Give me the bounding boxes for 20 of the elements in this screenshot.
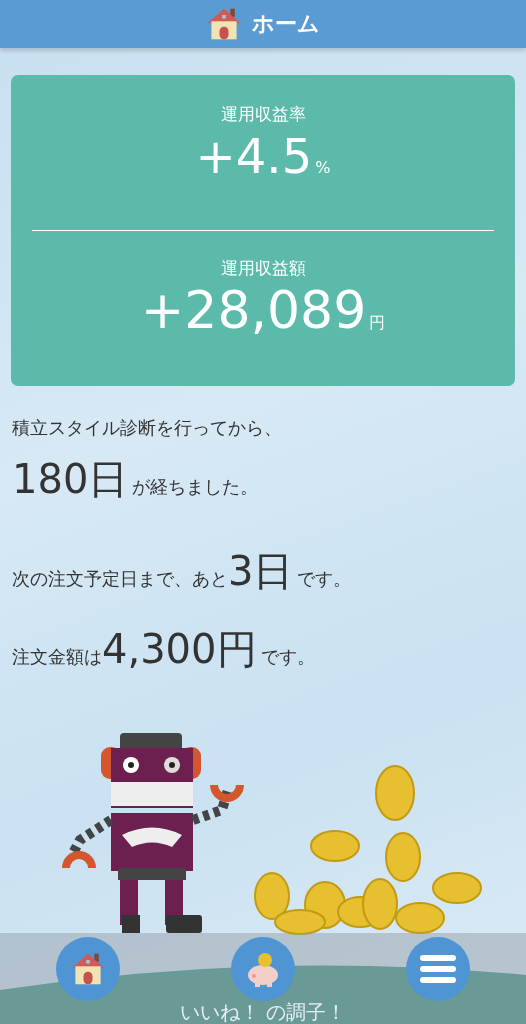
message-text: が経ちました。 <box>132 475 259 499</box>
menu-icon <box>420 955 456 983</box>
metric-label: 運用収益額 <box>220 257 306 280</box>
metric-value: +28,089 <box>140 280 367 340</box>
highlight-value: 3日 <box>228 547 294 596</box>
unit-label: 円 <box>369 313 386 334</box>
message-text: です。 <box>260 645 315 669</box>
unit-label: % <box>315 158 331 177</box>
metric-label: 運用収益率 <box>220 103 306 126</box>
home-icon <box>70 951 106 987</box>
message-text: 注文金額は <box>12 645 102 669</box>
metric-value: +4.5 <box>195 127 313 186</box>
message-text: です。 <box>297 567 352 591</box>
message-text: 次の注文予定日まで、あと <box>12 567 228 591</box>
house-icon <box>206 6 242 42</box>
highlight-value: 180日 <box>12 455 129 504</box>
highlight-value: 4,300円 <box>102 625 257 674</box>
page-title: ホーム <box>252 10 320 38</box>
status-message: いいね！ の調子！ <box>179 1001 347 1023</box>
message-text: 積立スタイル診断を行ってから、 <box>12 416 282 440</box>
